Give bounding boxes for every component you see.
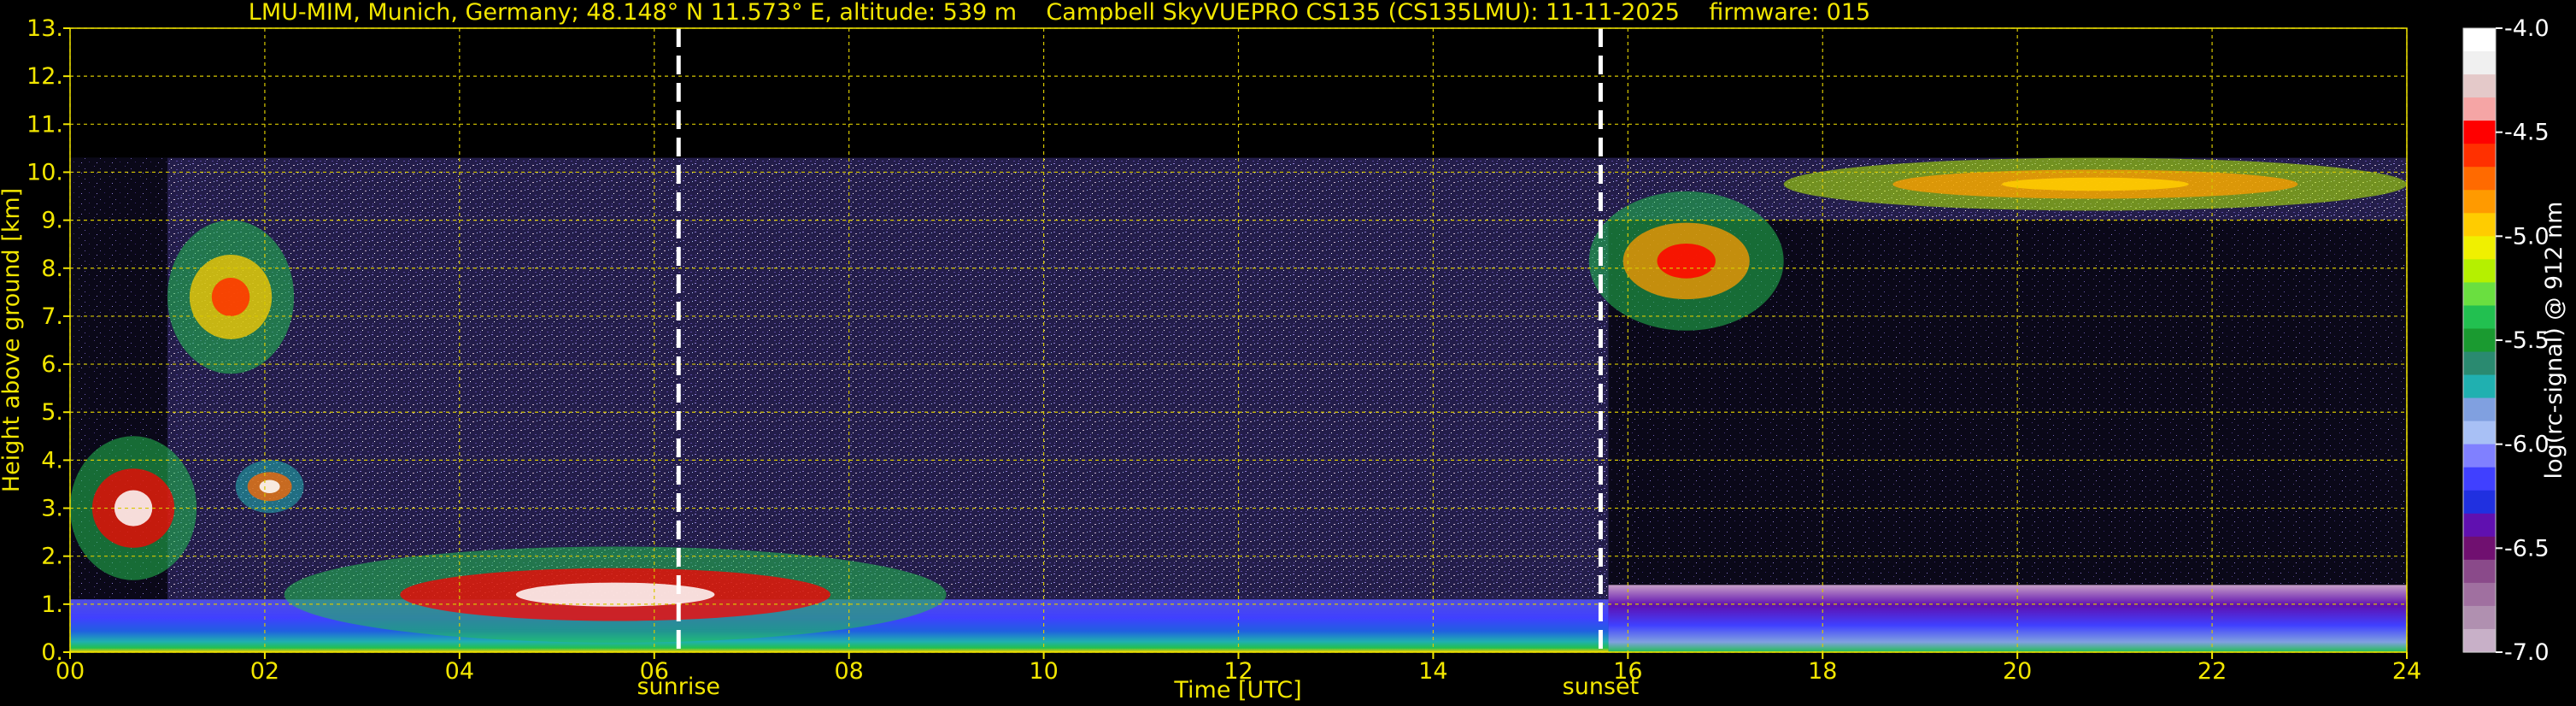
colorbar-swatch: [2463, 444, 2496, 468]
colorbar-swatch: [2463, 190, 2496, 214]
colorbar-swatch: [2463, 397, 2496, 422]
colorbar-swatch: [2463, 305, 2496, 330]
colorbar-swatch: [2463, 167, 2496, 191]
y-axis: 0.1.2.3.4.5.6.7.8.9.10.11.12.13.: [26, 15, 70, 666]
colorbar-swatch: [2463, 582, 2496, 607]
colorbar-swatch: [2463, 421, 2496, 445]
colorbar-swatch: [2463, 28, 2496, 52]
y-tick-label: 11.: [26, 111, 63, 138]
x-tick-label: 08: [834, 658, 863, 685]
y-tick-label: 5.: [41, 399, 63, 426]
colorbar-swatch: [2463, 328, 2496, 353]
y-tick-label: 1.: [41, 591, 63, 618]
y-tick-label: 8.: [41, 256, 63, 282]
cloud-mid-cloud-patch: [235, 460, 304, 514]
cloud-low-cloud-layer-morning: [284, 546, 947, 643]
cloud-high-cirrus-top: [1783, 157, 2407, 211]
colorbar: -4.0-4.5-5.0-5.5-6.0-6.5-7.0: [2462, 15, 2550, 666]
colorbar-swatch: [2463, 536, 2496, 561]
x-tick-label: 22: [2198, 658, 2227, 685]
x-tick-label: 00: [56, 658, 85, 685]
y-tick-label: 4.: [41, 447, 63, 474]
x-tick-label: 16: [1613, 658, 1642, 685]
y-tick-label: 3.: [41, 496, 63, 522]
x-tick-label: 10: [1029, 658, 1058, 685]
colorbar-swatch: [2463, 374, 2496, 399]
y-tick-label: 10.: [26, 159, 63, 185]
colorbar-swatch: [2463, 97, 2496, 121]
cloud-cirrus-cloud-evening: [1588, 191, 1784, 331]
x-tick-label: 18: [1808, 658, 1837, 685]
y-tick-label: 9.: [41, 208, 63, 234]
colorbar-swatch: [2463, 236, 2496, 260]
x-tick-label: 14: [1418, 658, 1447, 685]
colorbar-swatch: [2463, 467, 2496, 491]
x-tick-label: 20: [2003, 658, 2032, 685]
colorbar-swatch: [2463, 282, 2496, 307]
colorbar-swatch: [2463, 559, 2496, 584]
colorbar-swatch: [2463, 259, 2496, 284]
y-tick-label: 6.: [41, 351, 63, 378]
x-tick-label: 24: [2392, 658, 2421, 685]
y-tick-label: 12.: [26, 63, 63, 90]
cloud-cirrus-cloud-early: [167, 220, 295, 374]
x-axis-label: Time [UTC]: [1173, 677, 1301, 703]
x-tick-label: 04: [445, 658, 474, 685]
colorbar-swatch: [2463, 144, 2496, 168]
colorbar-swatch: [2463, 351, 2496, 376]
colorbar-swatch: [2463, 490, 2496, 515]
colorbar-tick-label: -6.5: [2504, 535, 2550, 562]
y-tick-label: 13.: [26, 15, 63, 42]
colorbar-swatch: [2463, 513, 2496, 538]
y-axis-label: Height above ground [km]: [0, 188, 25, 492]
y-tick-label: 7.: [41, 303, 63, 330]
colorbar-swatch: [2463, 121, 2496, 144]
colorbar-tick-label: -7.0: [2504, 639, 2550, 666]
colorbar-swatch: [2463, 74, 2496, 98]
colorbar-tick-label: -4.0: [2504, 15, 2550, 42]
colorbar-label: log(rc-signal) @ 912 nm: [2541, 202, 2567, 479]
colorbar-tick-label: -4.5: [2504, 120, 2550, 146]
aerosol-boundary-layer-evening: [1608, 585, 2407, 652]
colorbar-swatch: [2463, 51, 2496, 75]
y-tick-label: 2.: [41, 544, 63, 570]
x-tick-label: 02: [250, 658, 279, 685]
colorbar-swatch: [2463, 605, 2496, 630]
colorbar-swatch: [2463, 213, 2496, 237]
ceilometer-chart: sunrise sunset 0.1.2.3.4.5.6.7.8.9.10.11.…: [0, 15, 2567, 703]
colorbar-swatch: [2463, 628, 2496, 653]
x-tick-label: 06: [640, 658, 669, 685]
